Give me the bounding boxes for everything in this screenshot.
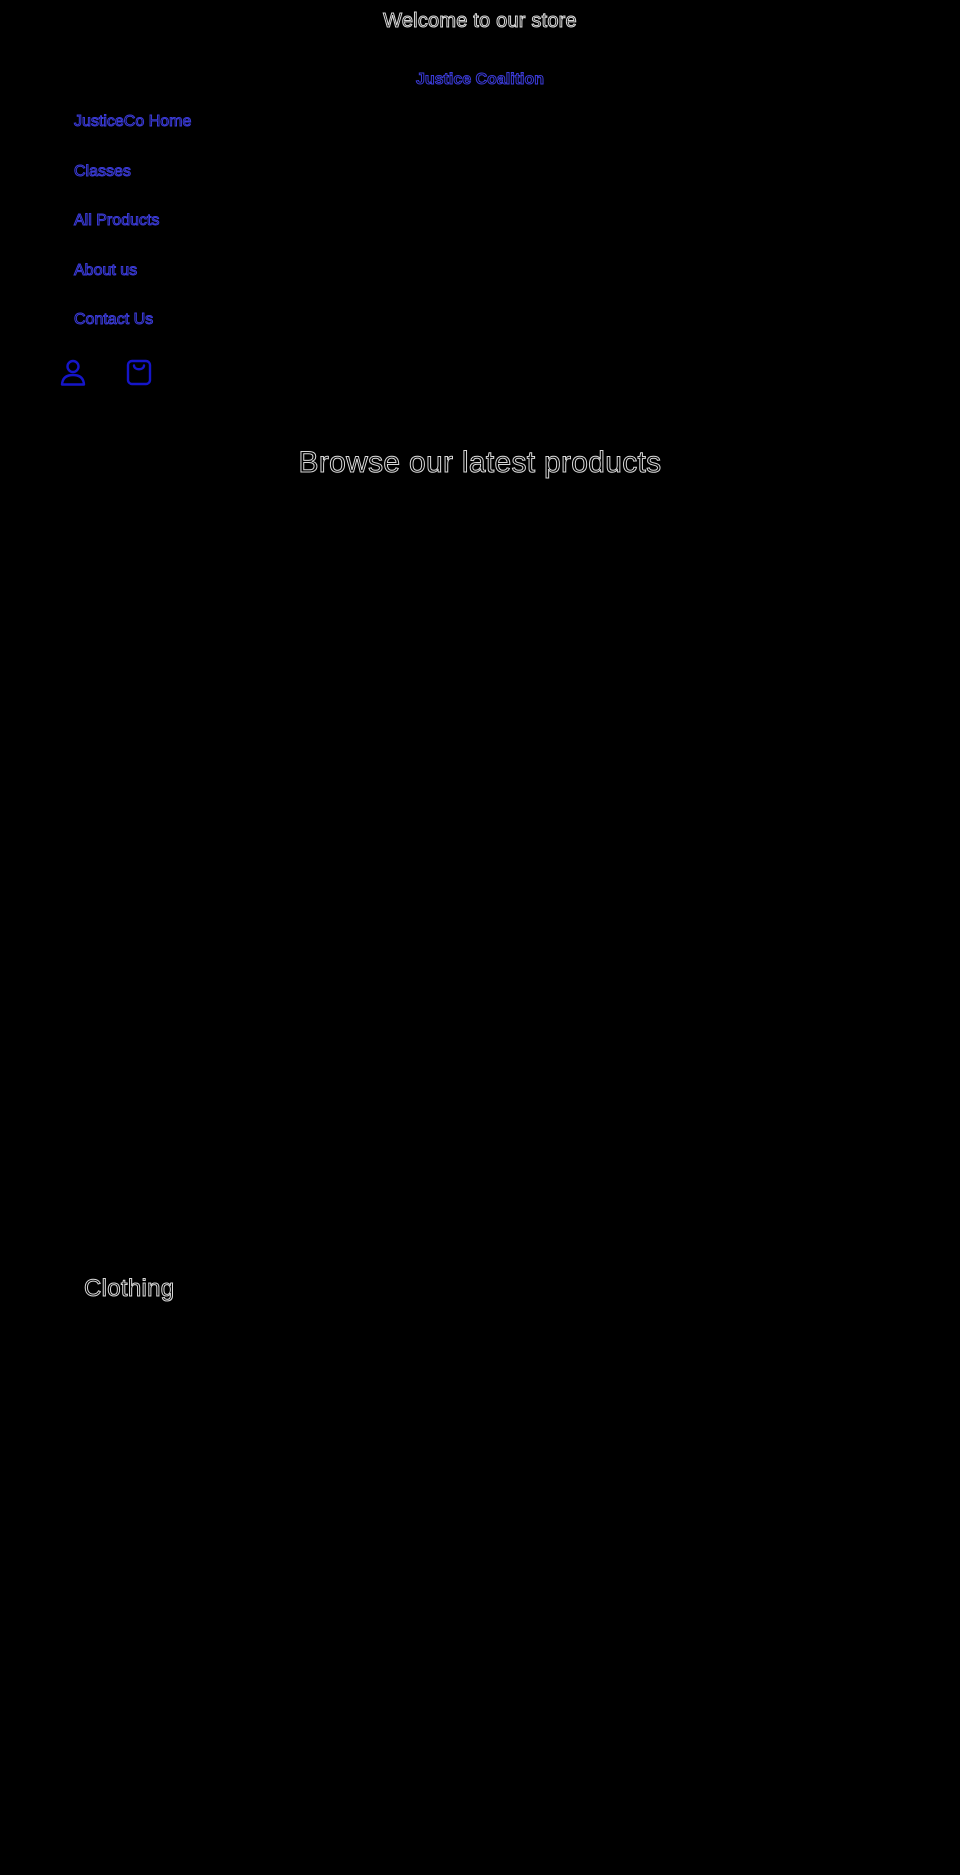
menu-item-contact-us: Contact Us bbox=[73, 308, 191, 358]
menu-link-classes[interactable]: Classes bbox=[74, 160, 132, 184]
store-name-link[interactable]: Justice Coalition bbox=[0, 71, 960, 89]
menu-link-all-products[interactable]: All Products bbox=[73, 209, 159, 233]
menu-item-all-products: All Products bbox=[73, 209, 191, 259]
cart-button[interactable] bbox=[124, 357, 154, 387]
hero-title: Browse our latest products bbox=[298, 446, 662, 480]
cart-icon bbox=[126, 359, 152, 386]
main-menu: JusticeCo Home Classes All Products Abou… bbox=[73, 110, 191, 358]
menu-link-contact-us[interactable]: Contact Us bbox=[73, 308, 153, 332]
menu-item-about-us: About us bbox=[73, 259, 191, 309]
account-icon bbox=[60, 359, 86, 386]
announcement-text: Welcome to our store bbox=[383, 10, 578, 33]
menu-link-home[interactable]: JusticeCo Home bbox=[73, 110, 191, 134]
menu-item-classes: Classes bbox=[74, 160, 191, 210]
menu-link-about-us[interactable]: About us bbox=[73, 259, 137, 283]
menu-item-home: JusticeCo Home bbox=[73, 110, 191, 160]
account-button[interactable] bbox=[58, 357, 88, 387]
collection-title: Clothing bbox=[83, 1275, 175, 1303]
